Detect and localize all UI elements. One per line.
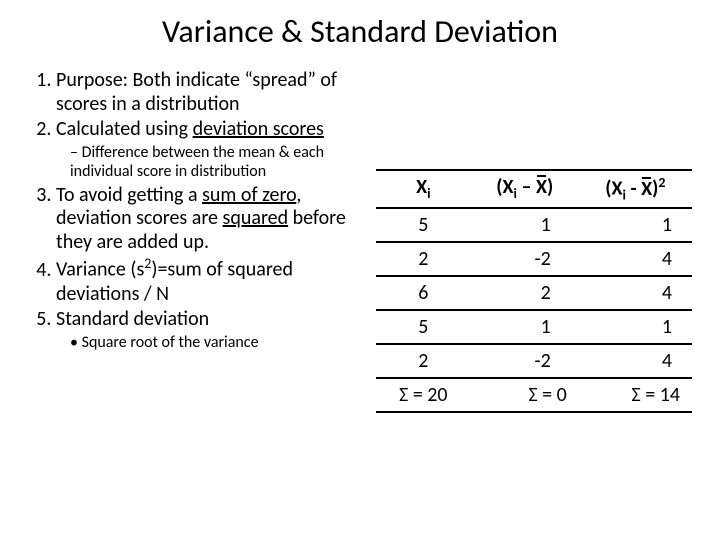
col-sq: (Xi - X)2 xyxy=(579,170,692,208)
data-table-wrap: Xi (Xi – X) (Xi - X)2 511 2-24 624 511 2… xyxy=(376,69,692,413)
table-row: 511 xyxy=(376,208,692,242)
table-sum-row: Σ = 20 Σ = 0 Σ = 14 xyxy=(376,378,692,412)
point-4: Variance (s2)=sum of squared deviations … xyxy=(56,256,358,306)
table-row: 2-24 xyxy=(376,344,692,378)
col-xi: Xi xyxy=(376,170,471,208)
content-columns: Purpose: Both indicate “spread” of score… xyxy=(28,69,692,413)
table-row: 2-24 xyxy=(376,242,692,276)
point-2-sub: Difference between the mean & each indiv… xyxy=(70,144,358,182)
point-5-sub: Square root of the variance xyxy=(70,334,358,353)
point-2-underlined: deviation scores xyxy=(193,117,324,141)
deviation-table: Xi (Xi – X) (Xi - X)2 511 2-24 624 511 2… xyxy=(376,169,692,413)
table-row: 511 xyxy=(376,310,692,344)
table-row: 624 xyxy=(376,276,692,310)
point-1: Purpose: Both indicate “spread” of score… xyxy=(56,69,358,116)
col-dev: (Xi – X) xyxy=(471,170,579,208)
point-3: To avoid getting a sum of zero, deviatio… xyxy=(56,184,358,255)
point-2: Calculated using deviation scores Differ… xyxy=(56,118,358,181)
point-5: Standard deviation Square root of the va… xyxy=(56,308,358,352)
page-title: Variance & Standard Deviation xyxy=(28,12,692,51)
point-2-text: Calculated using xyxy=(56,117,193,141)
bullet-list: Purpose: Both indicate “spread” of score… xyxy=(28,69,358,413)
